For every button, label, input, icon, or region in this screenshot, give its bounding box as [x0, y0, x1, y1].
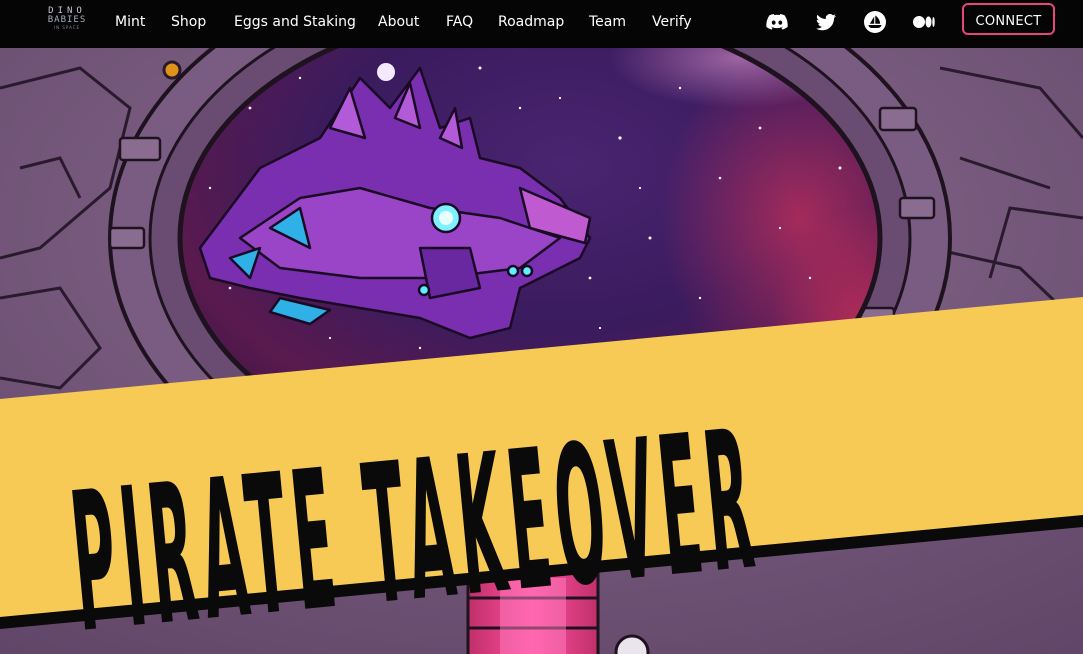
connect-wallet-button[interactable]: CONNECT: [962, 3, 1055, 35]
helmet: [614, 634, 650, 654]
nav-link-roadmap[interactable]: Roadmap: [498, 12, 564, 32]
opensea-icon[interactable]: [863, 10, 887, 34]
logo-line3: IN SPACE: [53, 25, 81, 30]
discord-icon[interactable]: [765, 10, 789, 34]
nav-link-shop[interactable]: Shop: [171, 12, 206, 32]
nav-link-faq[interactable]: FAQ: [446, 12, 473, 32]
logo-line2: BABIES: [47, 15, 87, 25]
dino-babies-logo[interactable]: DINO BABIES IN SPACE: [44, 7, 90, 33]
top-navigation-bar: DINO BABIES IN SPACE Mint Shop Eggs and …: [0, 0, 1083, 48]
twitter-icon[interactable]: [814, 10, 838, 34]
hero-illustration: PIRATE TAKEOVER: [0, 48, 1083, 654]
medium-icon[interactable]: [912, 10, 936, 34]
hero-section: PIRATE TAKEOVER: [0, 48, 1083, 654]
nav-link-team[interactable]: Team: [589, 12, 626, 32]
nav-link-about[interactable]: About: [378, 12, 419, 32]
nav-link-eggs-and-staking[interactable]: Eggs and Staking: [234, 12, 356, 32]
nav-link-mint[interactable]: Mint: [115, 12, 145, 32]
wall-light: [162, 60, 182, 80]
nav-link-verify[interactable]: Verify: [652, 12, 692, 32]
